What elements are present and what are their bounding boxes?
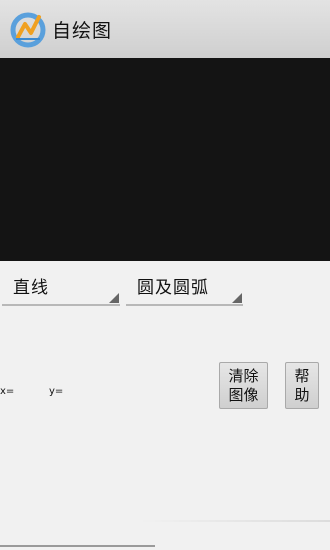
- help-button-label-line1: 帮: [294, 366, 310, 385]
- clear-button-label-line1: 清除: [228, 366, 259, 385]
- drawing-canvas[interactable]: [0, 58, 330, 261]
- circle-type-label: 圆及圆弧: [137, 278, 209, 298]
- scrollbar[interactable]: [0, 545, 155, 547]
- y-coordinate-label: y=: [49, 386, 64, 397]
- app-title: 自绘图: [52, 20, 113, 42]
- help-button-label-line2: 助: [294, 385, 310, 404]
- help-button[interactable]: 帮 助: [285, 362, 319, 409]
- dropdown-arrow-icon: [232, 293, 242, 303]
- dropdown-arrow-icon: [109, 293, 119, 303]
- title-bar: 自绘图: [0, 0, 330, 59]
- clear-image-button[interactable]: 清除 图像: [219, 362, 268, 409]
- line-type-label: 直线: [13, 278, 49, 298]
- clear-button-label-line2: 图像: [228, 385, 259, 404]
- x-coordinate-label: x=: [0, 386, 15, 397]
- app-logo-icon: [10, 12, 46, 48]
- circle-type-spinner[interactable]: 圆及圆弧: [126, 270, 243, 306]
- divider: [140, 520, 330, 522]
- line-type-spinner[interactable]: 直线: [2, 270, 120, 306]
